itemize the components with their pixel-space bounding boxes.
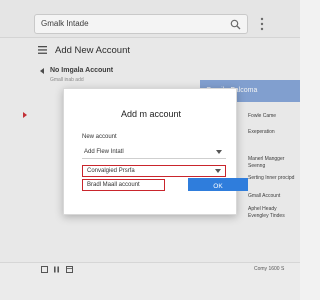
window-icon[interactable] xyxy=(66,266,73,273)
chevron-down-icon xyxy=(216,150,222,154)
field-label: New account xyxy=(82,134,117,140)
chevron-down-icon xyxy=(215,169,221,173)
account-type-select[interactable]: Add Flew Intatl xyxy=(82,147,226,159)
dialog-title: Add m account xyxy=(120,109,182,119)
profile-select[interactable]: Convalgied Prsrfa xyxy=(82,165,226,177)
mail-account-link[interactable]: Bradl Maall account xyxy=(82,179,165,191)
status-text: Comy 1600 S xyxy=(254,266,285,272)
ok-button[interactable]: OK xyxy=(188,178,248,191)
status-bar: Comy 1600 S xyxy=(0,262,300,300)
profile-value: Convalgied Prsrfa xyxy=(87,168,135,174)
pause-icon[interactable] xyxy=(53,266,60,273)
account-type-value: Add Flew Intatl xyxy=(84,149,124,155)
grid-icon[interactable] xyxy=(41,266,48,273)
mail-account-link-text: Bradl Maall account xyxy=(87,182,140,188)
add-account-dialog: Add m account New account Add Flew Intat… xyxy=(63,88,248,215)
